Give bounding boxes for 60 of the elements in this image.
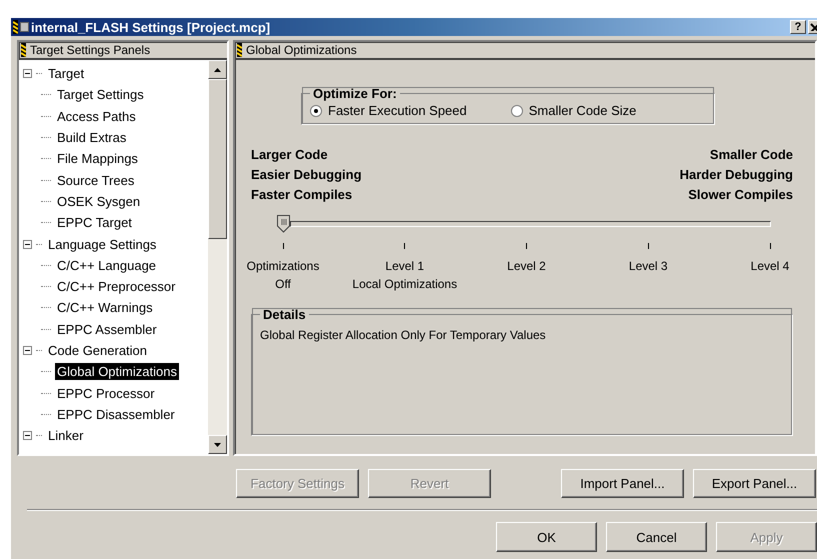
- window-title: internal_FLASH Settings [Project.mcp]: [31, 20, 272, 34]
- down-arrow-icon: [214, 442, 221, 446]
- scale-note: Harder Debugging: [680, 166, 793, 184]
- group-legend: Details: [260, 307, 309, 322]
- collapse-toggle-icon[interactable]: [23, 240, 32, 249]
- slider-stop-label: Level 4: [750, 258, 790, 275]
- group-legend: Optimize For:: [310, 86, 400, 101]
- scale-note: Faster Compiles: [251, 186, 352, 204]
- striped-bar-icon: [13, 20, 18, 34]
- radio-label: Faster Execution Speed: [328, 103, 467, 118]
- tree-item[interactable]: Linker: [46, 427, 86, 444]
- tree-item[interactable]: EPPC Target: [55, 214, 134, 232]
- close-button[interactable]: [808, 20, 817, 34]
- radio-button[interactable]: [310, 104, 322, 116]
- up-arrow-icon: [214, 68, 221, 72]
- striped-bar-icon: [21, 43, 26, 57]
- tree-item[interactable]: C/C++ Warnings: [55, 299, 155, 316]
- scrollbar-thumb[interactable]: [208, 79, 227, 239]
- striped-bar-icon: [237, 43, 242, 57]
- tree-item[interactable]: EPPC Disassembler: [55, 406, 177, 423]
- tree-item[interactable]: Target: [46, 65, 86, 82]
- scrollbar[interactable]: [208, 60, 227, 454]
- tree-item[interactable]: Access Paths: [55, 108, 138, 125]
- tree-item[interactable]: File Mappings: [55, 150, 140, 168]
- slider-stop-label: Level 3: [628, 258, 668, 275]
- tree-item[interactable]: EPPC Processor: [55, 384, 157, 402]
- collapse-toggle-icon[interactable]: [23, 431, 32, 440]
- tree-item[interactable]: Target Settings: [55, 86, 146, 104]
- scale-note: Slower Compiles: [688, 186, 793, 204]
- scroll-down-button[interactable]: [208, 435, 227, 454]
- panel-button[interactable]: Import Panel...: [561, 469, 684, 498]
- tree-item[interactable]: C/C++ Language: [55, 256, 158, 274]
- dialog-button[interactable]: Cancel: [606, 522, 707, 552]
- panel-header: Target Settings Panels: [30, 43, 150, 57]
- slider-stop-label: Optimizations Off: [246, 258, 320, 293]
- help-button[interactable]: ?: [790, 20, 806, 34]
- radio-button[interactable]: [510, 104, 523, 116]
- radio-label: Smaller Code Size: [528, 103, 636, 118]
- tree-item[interactable]: Code Generation: [46, 342, 150, 359]
- details-text: Global Register Allocation Only For Temporary Values: [260, 328, 546, 342]
- tree-item[interactable]: Build Extras: [55, 129, 128, 146]
- tree-item[interactable]: OSEK Sysgen: [55, 192, 142, 210]
- slider-stop-label: Level 1 Local Optimizations: [352, 258, 458, 293]
- panel-button[interactable]: Export Panel...: [693, 469, 816, 498]
- scroll-up-button[interactable]: [208, 60, 227, 79]
- document-icon: [20, 22, 29, 32]
- scale-note: Easier Debugging: [251, 166, 362, 184]
- dialog-button[interactable]: OK: [496, 522, 597, 552]
- scale-note: Smaller Code: [710, 146, 793, 164]
- panel-header: Global Optimizations: [246, 43, 357, 57]
- scale-note: Larger Code: [251, 146, 328, 164]
- tree-item[interactable]: Language Settings: [46, 236, 158, 253]
- tree-item[interactable]: C/C++ Preprocessor: [55, 278, 178, 296]
- tree-item[interactable]: Source Trees: [55, 172, 136, 189]
- slider-thumb[interactable]: [277, 215, 290, 233]
- collapse-toggle-icon[interactable]: [23, 69, 32, 78]
- tree-item[interactable]: EPPC Assembler: [55, 320, 159, 338]
- tree-item[interactable]: Global Optimizations: [55, 363, 179, 380]
- slider-stop-label: Level 2: [507, 258, 546, 275]
- collapse-toggle-icon[interactable]: [23, 346, 32, 355]
